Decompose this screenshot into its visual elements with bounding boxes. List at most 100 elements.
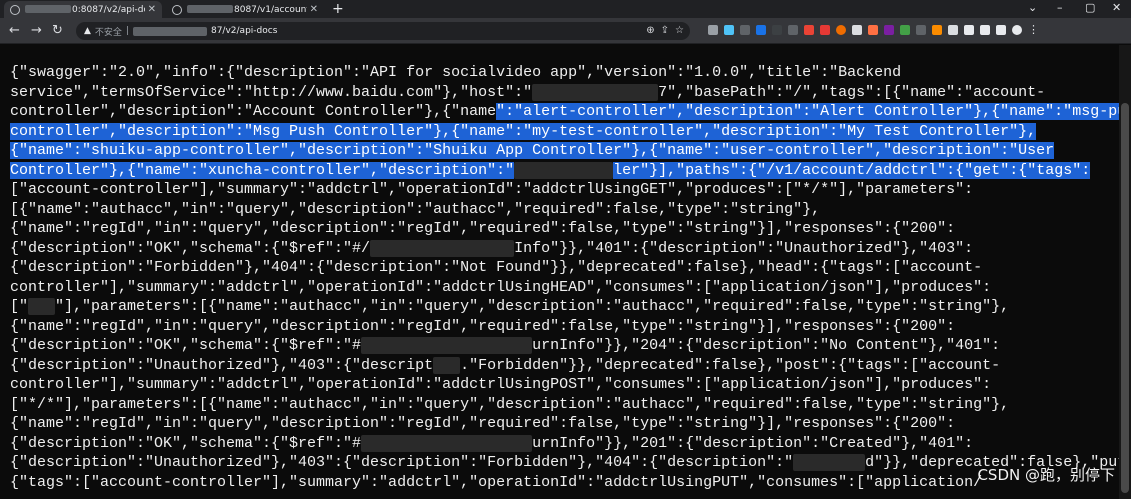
json-text: service","termsOfService":"http://www.ba… (10, 83, 533, 101)
reload-icon[interactable]: ↻ (52, 23, 63, 38)
json-text: ["account-controller"],"summary":"addctr… (10, 181, 974, 198)
redacted-text: ████ ██████ (514, 161, 614, 179)
redacted-text: ██████████ ████ ███ (361, 434, 533, 452)
address-bar[interactable]: ▲ 不安全 | 87/v2/api-docs ⊕ ⇪ ☆ (76, 22, 690, 40)
extension-icon[interactable] (916, 24, 926, 35)
json-text: controller","description":"Account Contr… (10, 103, 497, 120)
redacted-host (132, 26, 207, 36)
new-tab-button[interactable]: + (332, 1, 344, 17)
json-line: service","termsOfService":"http://www.ba… (10, 83, 1100, 103)
page-viewport: {"swagger":"2.0","info":{"description":"… (0, 45, 1131, 499)
json-text: {"name":"regId","in":"query","descriptio… (10, 415, 956, 432)
json-text: ["*/*"],"parameters":[{"name":"authacc",… (10, 395, 1010, 413)
json-line: {"name":"regId","in":"query","descriptio… (10, 317, 1100, 337)
json-line: {"name":"regId","in":"query","descriptio… (10, 219, 1100, 239)
json-line: controller","description":"Msg Push Cont… (10, 122, 1100, 142)
json-text: {"tags":["account-controller"],"summary"… (10, 473, 983, 491)
globe-icon (172, 4, 182, 15)
extension-icon[interactable] (900, 24, 910, 35)
warning-icon[interactable]: ▲ (84, 26, 91, 36)
extension-icon[interactable] (836, 24, 846, 35)
json-line: {"swagger":"2.0","info":{"description":"… (10, 63, 1100, 83)
puzzle-icon[interactable] (964, 24, 974, 35)
scrollbar-thumb[interactable] (1121, 103, 1129, 493)
tab-account[interactable]: 8087/v1/account ✕ (166, 1, 324, 18)
json-text: {"description":"OK","schema":{"$ref":"# (10, 337, 362, 354)
redacted-text: ██████ ████ ████ (370, 239, 515, 257)
extension-icon[interactable] (708, 24, 718, 35)
tab-api-docs[interactable]: 0:8087/v2/api-docs ✕ (4, 1, 162, 18)
json-line: {"description":"Forbidden"},"404":{"desc… (10, 258, 1100, 278)
selected-text: ler"}],"paths":{"/v1/account/addctrl":{"… (613, 161, 1091, 179)
forward-icon[interactable]: → (31, 23, 42, 38)
url-text: 87/v2/api-docs (210, 26, 278, 36)
tab-title: 8087/v1/account (187, 5, 307, 15)
avatar[interactable] (1012, 24, 1022, 35)
json-line: Controller"},{"name":"xuncha-controller"… (10, 161, 1100, 181)
extension-icon[interactable] (804, 24, 814, 35)
extension-icon[interactable] (820, 24, 830, 35)
json-text: urnInfo"}},"204":{"description":"No Cont… (532, 337, 1001, 354)
security-label: 不安全 (94, 27, 122, 38)
json-text: {"name":"regId","in":"query","descriptio… (10, 317, 956, 335)
extension-icon[interactable] (948, 24, 958, 35)
selected-text: Controller"},{"name":"xuncha-controller"… (10, 161, 515, 179)
extension-icon[interactable] (868, 24, 878, 35)
maximize-button[interactable]: ▢ (1085, 1, 1095, 15)
redacted-host (25, 5, 71, 13)
extension-icon[interactable] (884, 24, 894, 35)
json-text: ."Forbidden"}},"deprecated":false},"post… (460, 356, 1001, 374)
json-line: {"name":"regId","in":"query","descriptio… (10, 414, 1100, 434)
close-icon[interactable]: ✕ (310, 4, 318, 15)
json-line: {"description":"Unauthorized"},"403":{"d… (10, 356, 1100, 376)
close-icon[interactable]: ✕ (148, 4, 156, 15)
redacted-text: ███ (28, 298, 56, 315)
close-window-button[interactable]: ✕ (1112, 1, 1121, 15)
profile-icon[interactable] (980, 24, 990, 35)
extension-icon[interactable] (740, 24, 750, 35)
minimize-button[interactable]: – (1057, 1, 1063, 15)
json-text: controller"],"summary":"addctrl","operat… (10, 376, 992, 393)
json-text: 7","basePath":"/","tags":[{"name":"accou… (658, 83, 1046, 101)
selected-text: controller","description":"Msg Push Cont… (10, 122, 1037, 140)
raw-json-text[interactable]: {"swagger":"2.0","info":{"description":"… (10, 63, 1131, 492)
extension-icon[interactable] (772, 24, 782, 35)
json-line: {"description":"OK","schema":{"$ref":"#/… (10, 239, 1100, 259)
json-text: {"swagger":"2.0","info":{"description":"… (10, 64, 902, 81)
share-icon[interactable]: ⇪ (661, 25, 669, 36)
json-line: [{"name":"authacc","in":"query","descrip… (10, 200, 1100, 220)
tab-search-icon[interactable]: ⌄ (1028, 1, 1037, 15)
json-line: ["███"],"parameters":[{"name":"authacc",… (10, 297, 1100, 317)
extension-icon[interactable] (788, 24, 798, 35)
json-text: {"description":"OK","schema":{"$ref":"#/ (10, 239, 371, 257)
extension-icon[interactable] (724, 24, 734, 35)
json-text: Info"}},"401":{"description":"Unauthoriz… (514, 239, 974, 257)
tab-title: 0:8087/v2/api-docs (25, 5, 145, 15)
tab-strip: 0:8087/v2/api-docs ✕ 8087/v1/account ✕ +… (0, 0, 1131, 18)
json-text: {"description":"Unauthorized"},"403":{"d… (10, 454, 794, 471)
json-text: [{"name":"authacc","in":"query","descrip… (10, 200, 821, 218)
json-line: {"description":"OK","schema":{"$ref":"#█… (10, 434, 1100, 454)
bookmark-star-icon[interactable]: ☆ (675, 25, 684, 36)
json-line: controller"],"summary":"addctrl","operat… (10, 375, 1100, 395)
globe-icon (10, 4, 20, 15)
json-text: {"name":"regId","in":"query","descriptio… (10, 220, 956, 237)
json-line: ["*/*"],"parameters":[{"name":"authacc",… (10, 395, 1100, 415)
scrollbar[interactable] (1119, 45, 1131, 499)
extension-icon[interactable] (852, 24, 862, 35)
selected-text: {"name":"shuiku-app-controller","descrip… (10, 142, 1055, 159)
redacted-text: ███ ██ ███ ███ (532, 83, 659, 101)
sidepanel-icon[interactable] (996, 24, 1006, 35)
redacted-host (187, 5, 233, 13)
redacted-text: ██████████ ████ ███ (361, 337, 533, 354)
json-line: {"description":"OK","schema":{"$ref":"#█… (10, 336, 1100, 356)
json-line: controller","description":"Account Contr… (10, 102, 1131, 122)
extension-icon[interactable] (932, 24, 942, 35)
json-text: "],"parameters":[{"name":"authacc","in":… (55, 298, 1010, 315)
back-icon[interactable]: ← (9, 23, 20, 38)
menu-icon[interactable]: ⋮ (1028, 23, 1039, 36)
zoom-icon[interactable]: ⊕ (646, 25, 654, 36)
watermark: CSDN @跑，别停下 (977, 466, 1115, 484)
json-line: {"name":"shuiku-app-controller","descrip… (10, 141, 1100, 161)
extension-icon[interactable] (756, 24, 766, 35)
